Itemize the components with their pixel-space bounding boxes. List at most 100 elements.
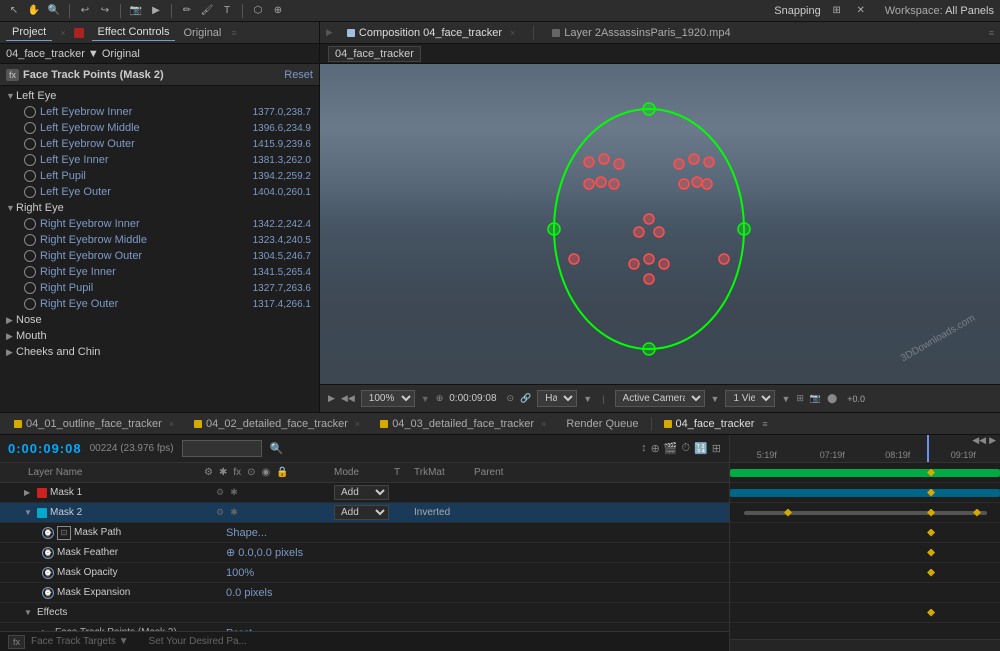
tab-layer[interactable]: Layer 2AssassinsParis_1920.mp4 xyxy=(544,25,738,41)
table-row[interactable]: ▼ Mask 2 ⚙ ✱ Add Inverted xyxy=(0,503,729,523)
list-item[interactable]: Left Eye Inner 1381.3,262.0 xyxy=(0,152,319,168)
sync-icon[interactable]: ⊕ xyxy=(436,393,444,404)
group-left-eye[interactable]: ▼ Left Eye xyxy=(0,88,319,104)
table-row[interactable]: ⌚ Mask Opacity 100% xyxy=(0,563,729,583)
search-icon[interactable]: 🔍 xyxy=(270,442,284,455)
quality-options-icon[interactable]: ▼ xyxy=(583,394,592,404)
frame-back-icon[interactable]: ◀◀ xyxy=(341,393,355,404)
hand-tool-icon[interactable]: ✋ xyxy=(26,3,42,19)
zoom-tool-icon[interactable]: 🔍 xyxy=(46,3,62,19)
play-icon[interactable]: ▶ xyxy=(989,435,996,446)
puppet-tool-icon[interactable]: ⊕ xyxy=(270,3,286,19)
group-right-eye[interactable]: ▼ Right Eye xyxy=(0,200,319,216)
mode-dropdown[interactable]: Add xyxy=(334,505,389,520)
table-row[interactable]: ▼ Effects xyxy=(0,603,729,623)
redo-icon[interactable]: ↪ xyxy=(97,3,113,19)
keyframe-marker[interactable] xyxy=(927,569,935,577)
camera-icon[interactable]: 📷 xyxy=(128,3,144,19)
tab-timeline-1[interactable]: 04_01_outline_face_tracker × xyxy=(6,416,182,432)
table-row[interactable]: ▶ Face Track Points (Mask 2) Reset xyxy=(0,623,729,631)
select-tool-icon[interactable]: ↖ xyxy=(6,3,22,19)
timeline-icon-4[interactable]: ⏱ xyxy=(681,442,690,455)
keyframe-marker[interactable] xyxy=(927,529,935,537)
switch-2[interactable]: ✱ xyxy=(228,507,240,519)
time-options-icon[interactable]: ⊙ xyxy=(507,393,515,404)
tab-active-options[interactable]: ≡ xyxy=(762,419,767,429)
group-mouth[interactable]: ▶ Mouth xyxy=(0,328,319,344)
keyframe-marker[interactable] xyxy=(927,609,935,617)
keyframe-marker[interactable] xyxy=(973,509,981,517)
tab-effect-close[interactable]: ≡ xyxy=(231,28,236,38)
view-options-icon[interactable]: ▼ xyxy=(781,394,790,404)
timeline-icon-6[interactable]: ⊞ xyxy=(712,442,721,455)
tab-project[interactable]: Project xyxy=(6,24,52,41)
keyframe-marker[interactable] xyxy=(927,509,935,517)
table-row[interactable]: ⌚ ⊡ Mask Path Shape... xyxy=(0,523,729,543)
list-item[interactable]: Left Pupil 1394.2,259.2 xyxy=(0,168,319,184)
mode-dropdown[interactable]: Add xyxy=(334,485,389,500)
tab1-close[interactable]: × xyxy=(169,419,174,429)
list-item[interactable]: Right Eyebrow Middle 1323.4,240.5 xyxy=(0,232,319,248)
tab2-close[interactable]: × xyxy=(355,419,360,429)
text-tool-icon[interactable]: T xyxy=(219,3,235,19)
tab-timeline-active[interactable]: 04_face_tracker ≡ xyxy=(656,416,776,432)
switch-1[interactable]: ⚙ xyxy=(214,507,226,519)
list-item[interactable]: Right Eye Inner 1341.5,265.4 xyxy=(0,264,319,280)
undo-icon[interactable]: ↩ xyxy=(77,3,93,19)
expand-icon[interactable]: ▶ xyxy=(24,488,34,497)
list-item[interactable]: Left Eye Outer 1404.0,260.1 xyxy=(0,184,319,200)
table-row[interactable]: ▶ Mask 1 ⚙ ✱ Add xyxy=(0,483,729,503)
switch-2[interactable]: ✱ xyxy=(228,487,240,499)
timeline-icon-5[interactable]: 🔢 xyxy=(694,442,708,455)
reset-button[interactable]: Reset xyxy=(284,69,313,81)
expand-icon[interactable]: ▼ xyxy=(24,608,34,617)
keyframe-marker[interactable] xyxy=(927,549,935,557)
quality-select[interactable]: Half Full Quarter xyxy=(537,390,577,407)
tab-effect-controls[interactable]: Effect Controls xyxy=(92,24,176,41)
zoom-select[interactable]: 100% 50% 25% xyxy=(361,390,415,407)
color-icon[interactable]: ⬤ xyxy=(827,393,837,404)
list-item[interactable]: Right Pupil 1327.7,263.6 xyxy=(0,280,319,296)
snapping-icon[interactable]: ⊞ xyxy=(829,3,845,19)
comp-tab-close[interactable]: × xyxy=(510,28,515,38)
group-cheeks-chin[interactable]: ▶ Cheeks and Chin xyxy=(0,344,319,360)
list-item[interactable]: Right Eyebrow Inner 1342.2,242.4 xyxy=(0,216,319,232)
play-icon[interactable]: ▶ xyxy=(328,393,335,404)
list-item[interactable]: Left Eyebrow Outer 1415.9,239.6 xyxy=(0,136,319,152)
group-nose[interactable]: ▶ Nose xyxy=(0,312,319,328)
zoom-options-icon[interactable]: ▼ xyxy=(421,394,430,404)
table-row[interactable]: ⌚ Mask Expansion 0.0 pixels xyxy=(0,583,729,603)
expand-icon[interactable]: ▼ xyxy=(24,508,34,517)
view-select[interactable]: 1 View xyxy=(725,390,775,407)
go-start-icon[interactable]: ◀◀ xyxy=(972,435,986,446)
camera-options-icon[interactable]: ▼ xyxy=(711,394,720,404)
list-item[interactable]: Left Eyebrow Middle 1396.6,234.9 xyxy=(0,120,319,136)
tab3-close[interactable]: × xyxy=(541,419,546,429)
camera2-icon[interactable]: 📷 xyxy=(810,393,821,404)
timeline-icon-2[interactable]: ⊕ xyxy=(651,442,660,455)
keyframe-marker[interactable] xyxy=(784,509,792,517)
list-item[interactable]: Left Eyebrow Inner 1377.0,238.7 xyxy=(0,104,319,120)
list-item[interactable]: Right Eye Outer 1317.4,266.1 xyxy=(0,296,319,312)
link-icon[interactable]: 🔗 xyxy=(520,393,531,404)
tab-timeline-2[interactable]: 04_02_detailed_face_tracker × xyxy=(186,416,368,432)
search-input[interactable] xyxy=(182,440,262,457)
tab-composition[interactable]: Composition 04_face_tracker × xyxy=(339,25,523,41)
pen-tool-icon[interactable]: ✏ xyxy=(179,3,195,19)
render-icon[interactable]: ▶ xyxy=(148,3,164,19)
tab-timeline-3[interactable]: 04_03_detailed_face_tracker × xyxy=(372,416,554,432)
timeline-icon-3[interactable]: 🎬 xyxy=(664,442,678,455)
grid-icon[interactable]: ⊞ xyxy=(796,393,804,404)
table-row[interactable]: ⌚ Mask Feather ⊕ 0.0,0.0 pixels xyxy=(0,543,729,563)
shape-tool-icon[interactable]: ⬡ xyxy=(250,3,266,19)
tab-project-close[interactable]: × xyxy=(60,28,65,38)
time-code[interactable]: 0:00:09:08 xyxy=(8,441,82,456)
comp-menu-arrow[interactable]: ▶ xyxy=(326,27,333,38)
snapping-options-icon[interactable]: ✕ xyxy=(853,3,869,19)
tab-render-queue[interactable]: Render Queue xyxy=(558,416,646,432)
brush-tool-icon[interactable]: 🖌 xyxy=(199,3,215,19)
timeline-scroll[interactable] xyxy=(730,639,1000,651)
list-item[interactable]: Right Eyebrow Outer 1304.5,246.7 xyxy=(0,248,319,264)
timeline-icon-1[interactable]: ↕ xyxy=(641,442,647,455)
playhead[interactable] xyxy=(927,435,929,462)
